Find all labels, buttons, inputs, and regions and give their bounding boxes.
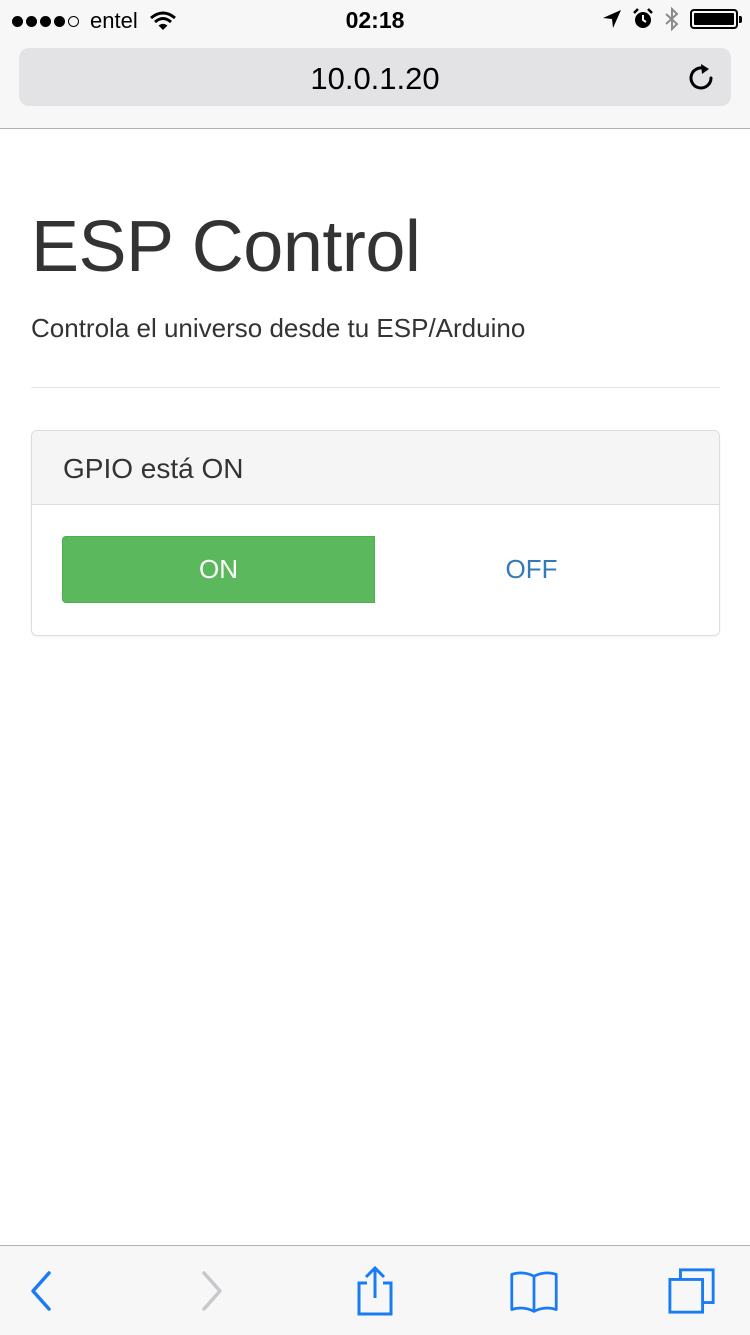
reload-icon[interactable] — [685, 62, 717, 94]
gpio-status-heading: GPIO está ON — [32, 431, 719, 505]
page-subtitle: Controla el universo desde tu ESP/Arduin… — [31, 313, 526, 343]
bookmarks-icon[interactable] — [509, 1267, 559, 1315]
forward-button[interactable] — [186, 1266, 236, 1316]
page-content: ESP Control Controla el universo desde t… — [31, 129, 720, 636]
forward-icon[interactable] — [196, 1269, 226, 1313]
back-button[interactable] — [17, 1266, 67, 1316]
page-title: ESP Control — [31, 207, 421, 287]
alarm-icon — [633, 8, 653, 28]
bookmarks-button[interactable] — [509, 1266, 559, 1316]
gpio-panel-body: ON OFF — [32, 505, 719, 635]
location-arrow-icon — [603, 10, 621, 28]
address-bar[interactable]: 10.0.1.20 — [19, 48, 731, 106]
on-button[interactable]: ON — [62, 536, 375, 603]
browser-address-area: 10.0.1.20 — [0, 40, 750, 129]
share-icon[interactable] — [353, 1266, 397, 1316]
gpio-panel: GPIO está ON ON OFF — [31, 430, 720, 636]
url-text[interactable]: 10.0.1.20 — [19, 61, 731, 97]
battery-icon — [690, 9, 742, 29]
share-button[interactable] — [350, 1266, 400, 1316]
off-button[interactable]: OFF — [375, 536, 688, 603]
bluetooth-icon — [665, 7, 679, 31]
status-bar: entel 02:18 — [0, 0, 750, 40]
tabs-button[interactable] — [667, 1266, 717, 1316]
divider — [31, 387, 720, 388]
status-right — [602, 7, 742, 31]
browser-toolbar — [0, 1245, 750, 1335]
tabs-icon[interactable] — [667, 1266, 717, 1316]
back-icon[interactable] — [27, 1269, 57, 1313]
